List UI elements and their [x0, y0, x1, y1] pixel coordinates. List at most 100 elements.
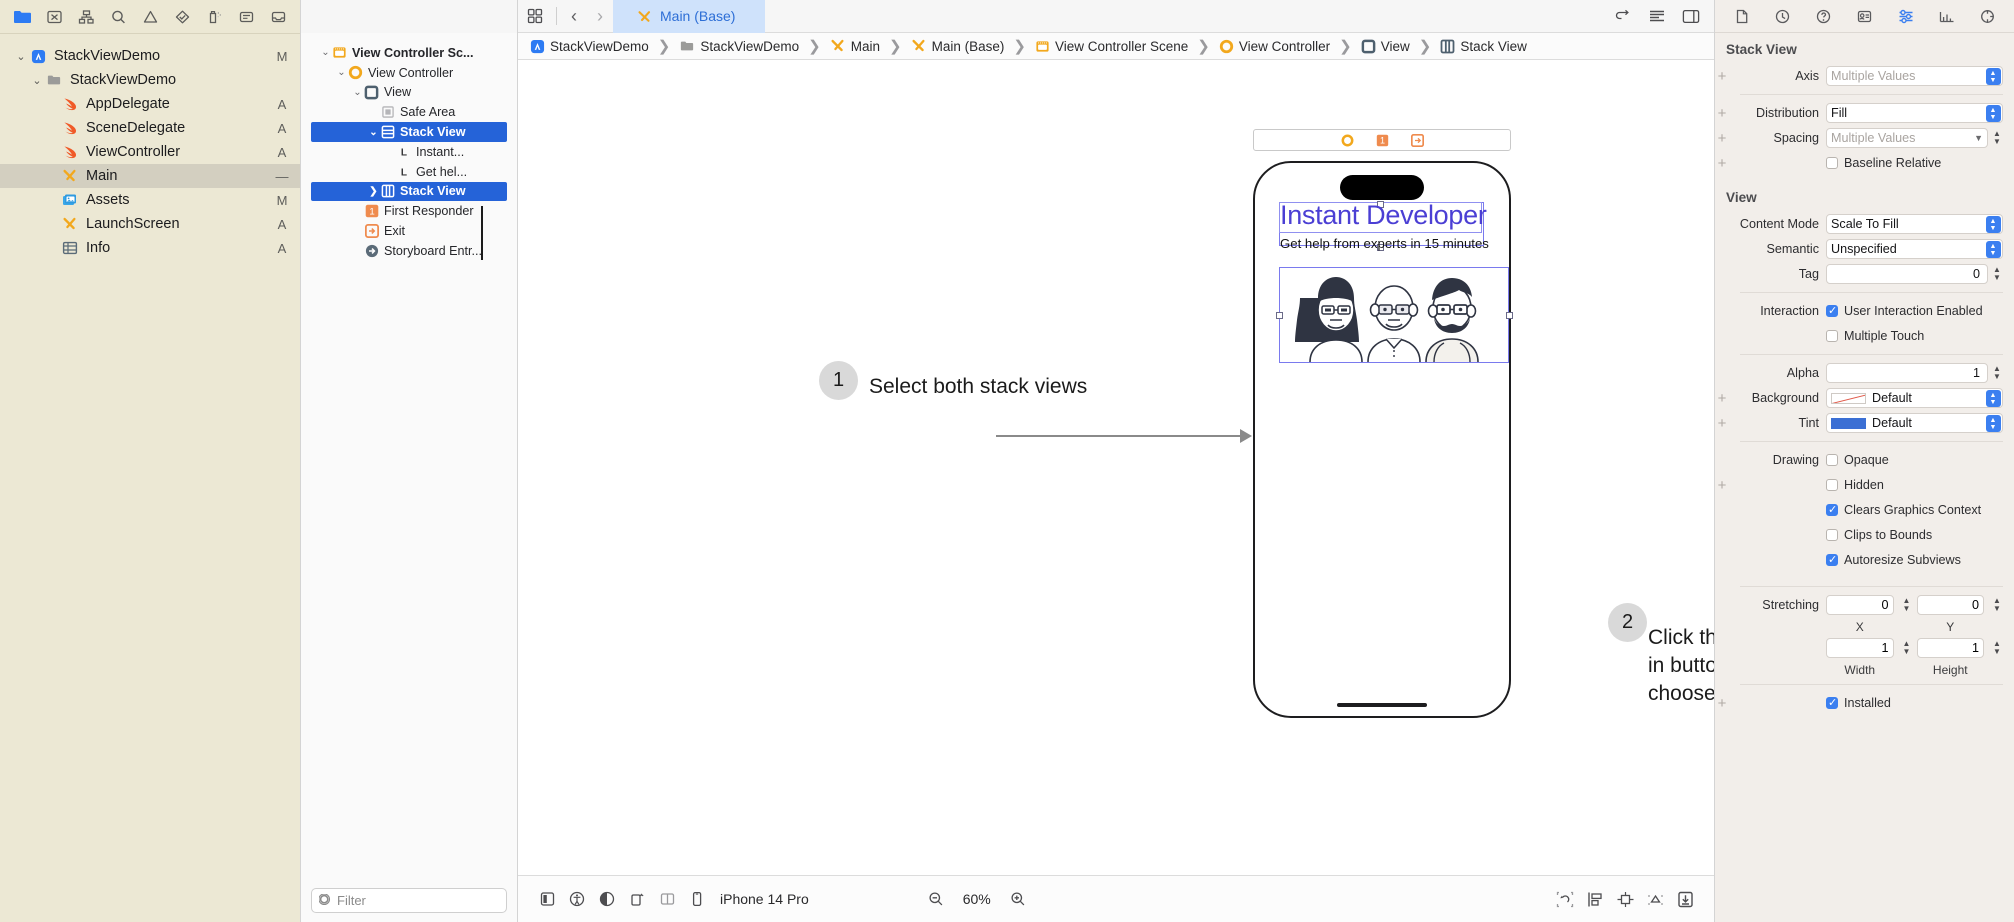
breadcrumb-item-stack-view[interactable]: Stack View	[1438, 39, 1529, 54]
stretch-y-stepper[interactable]: ▲▼	[1991, 596, 2003, 615]
size-inspector-icon[interactable]	[1932, 3, 1961, 29]
first-responder-icon[interactable]: 1	[1376, 134, 1389, 147]
disclosure-triangle[interactable]: ·	[383, 146, 396, 157]
document-outline-tree[interactable]: ⌄View Controller Sc...⌄View Controller⌄V…	[301, 33, 517, 878]
breadcrumb-item-main-base-[interactable]: Main (Base)	[909, 38, 1007, 54]
spacing-combo[interactable]: Multiple Values ▼	[1826, 128, 1988, 148]
disclosure-triangle[interactable]: ·	[351, 206, 364, 217]
identity-inspector-icon[interactable]	[1850, 3, 1879, 29]
folder-icon[interactable]	[6, 3, 38, 31]
add-variation-icon[interactable]: +	[1715, 390, 1729, 407]
chevron-updown-icon[interactable]: ▲▼	[1986, 415, 2001, 432]
add-variation-icon[interactable]: +	[1715, 68, 1729, 85]
split-icon[interactable]	[652, 884, 682, 914]
background-popup[interactable]: Default ▲▼	[1826, 388, 2003, 408]
tint-color-swatch[interactable]	[1831, 418, 1866, 429]
navigator-item-launchscreen[interactable]: LaunchScreenA	[0, 212, 300, 236]
add-variation-icon[interactable]: +	[1715, 695, 1729, 712]
help-inspector-icon[interactable]	[1809, 3, 1838, 29]
viewcontroller-icon[interactable]	[1341, 134, 1354, 147]
installed-checkbox[interactable]	[1826, 697, 1838, 709]
search-icon[interactable]	[102, 3, 134, 31]
add-variation-icon[interactable]: +	[1715, 477, 1729, 494]
semantic-popup[interactable]: Unspecified ▲▼	[1826, 239, 2003, 259]
history-inspector-icon[interactable]	[1768, 3, 1797, 29]
stretch-height-stepper[interactable]: ▲▼	[1991, 639, 2003, 658]
navigator-item-scenedelegate[interactable]: SceneDelegateA	[0, 116, 300, 140]
background-color-swatch[interactable]	[1831, 393, 1866, 404]
file-inspector-icon[interactable]	[1727, 3, 1756, 29]
inspector-toggle-icon[interactable]	[1674, 0, 1708, 33]
disclosure-triangle[interactable]: ❯	[367, 186, 380, 197]
update-frames-icon[interactable]	[1550, 884, 1580, 914]
baseline-relative-checkbox[interactable]	[1826, 157, 1838, 169]
add-variation-icon[interactable]: +	[1715, 105, 1729, 122]
clears-graphics-context-checkbox[interactable]	[1826, 504, 1838, 516]
stretch-x-stepper[interactable]: ▲▼	[1901, 596, 1913, 615]
resolve-issues-icon[interactable]	[1640, 884, 1670, 914]
accessibility-icon[interactable]	[562, 884, 592, 914]
outline-item-stack-view[interactable]: ⌄Stack View	[311, 122, 507, 142]
disclosure-triangle[interactable]: ⌄	[335, 67, 348, 78]
outline-item-view[interactable]: ⌄View	[301, 83, 517, 103]
breadcrumb-item-stackviewdemo[interactable]: StackViewDemo	[528, 39, 651, 54]
stretch-y-input[interactable]: 0	[1917, 595, 1985, 615]
outline-item-view-controller[interactable]: ⌄View Controller	[301, 63, 517, 83]
outline-item-instant-[interactable]: ·LInstant...	[301, 142, 517, 162]
outline-item-storyboard-entr-[interactable]: ·Storyboard Entr...	[301, 241, 517, 261]
outline-item-safe-area[interactable]: ·Safe Area	[301, 102, 517, 122]
tint-popup[interactable]: Default ▲▼	[1826, 413, 2003, 433]
outline-item-exit[interactable]: ·Exit	[301, 221, 517, 241]
stretch-width-stepper[interactable]: ▲▼	[1901, 639, 1913, 658]
autoresize-subviews-checkbox[interactable]	[1826, 554, 1838, 566]
embed-in-icon[interactable]	[1670, 884, 1700, 914]
connections-inspector-icon[interactable]	[1973, 3, 2002, 29]
disclosure-triangle[interactable]: ⌄	[367, 127, 380, 138]
stretch-x-input[interactable]: 0	[1826, 595, 1894, 615]
navigator-item-assets[interactable]: AssetsM	[0, 188, 300, 212]
stretch-height-input[interactable]: 1	[1917, 638, 1985, 658]
zoom-out-button[interactable]	[921, 884, 951, 914]
multiple-touch-checkbox[interactable]	[1826, 330, 1838, 342]
disclosure-triangle[interactable]: ⌄	[319, 47, 332, 58]
checkmark-diamond-icon[interactable]	[166, 3, 198, 31]
disclosure-triangle[interactable]: ·	[351, 226, 364, 237]
navigator-item-viewcontroller[interactable]: ViewControllerA	[0, 140, 300, 164]
content-mode-popup[interactable]: Scale To Fill ▲▼	[1826, 214, 2003, 234]
disclosure-triangle[interactable]: ⌄	[30, 74, 44, 87]
scene-dock[interactable]: 1	[1253, 129, 1511, 151]
user-interaction-checkbox[interactable]	[1826, 305, 1838, 317]
disclosure-triangle[interactable]: ⌄	[351, 87, 364, 98]
editor-tab-main[interactable]: Main (Base)	[613, 0, 765, 33]
breadcrumb-item-view[interactable]: View	[1359, 39, 1412, 54]
inbox-icon[interactable]	[262, 3, 294, 31]
distribution-popup[interactable]: Fill ▲▼	[1826, 103, 2003, 123]
alpha-stepper[interactable]: ▲▼	[1991, 364, 2003, 383]
breadcrumb-item-view-controller-scene[interactable]: View Controller Scene	[1033, 39, 1190, 54]
tests-icon[interactable]	[38, 3, 70, 31]
navigator-item-stackviewdemo[interactable]: ⌄StackViewDemoM	[0, 44, 300, 68]
breadcrumb-item-main[interactable]: Main	[828, 38, 882, 54]
align-icon[interactable]	[1580, 884, 1610, 914]
pin-icon[interactable]	[1610, 884, 1640, 914]
breadcrumb-item-view-controller[interactable]: View Controller	[1217, 39, 1332, 54]
tag-input[interactable]: 0	[1826, 264, 1988, 284]
outline-item-view-controller-sc-[interactable]: ⌄View Controller Sc...	[301, 43, 517, 63]
navigator-file-list[interactable]: ⌄StackViewDemoM⌄StackViewDemoAppDelegate…	[0, 38, 300, 922]
alpha-input[interactable]: 1	[1826, 363, 1988, 383]
outline-item-first-responder[interactable]: ·1First Responder	[301, 201, 517, 221]
tag-stepper[interactable]: ▲▼	[1991, 265, 2003, 284]
axis-popup[interactable]: Multiple Values ▲▼	[1826, 66, 2003, 86]
disclosure-triangle[interactable]: ⌄	[14, 50, 28, 63]
report-icon[interactable]	[230, 3, 262, 31]
chevron-updown-icon[interactable]: ▲▼	[1986, 390, 2001, 407]
breakpoint-icon[interactable]	[198, 3, 230, 31]
add-variation-icon[interactable]: +	[1715, 415, 1729, 432]
grid-layout-icon[interactable]	[518, 0, 552, 33]
hidden-checkbox[interactable]	[1826, 479, 1838, 491]
chevron-updown-icon[interactable]: ▲▼	[1986, 241, 2001, 258]
device-icon[interactable]	[682, 884, 712, 914]
breadcrumb-item-stackviewdemo[interactable]: StackViewDemo	[677, 39, 801, 54]
zoom-level-label[interactable]: 60%	[963, 891, 991, 907]
interface-builder-canvas[interactable]: 1 Instant Developer Get help from expert…	[518, 60, 1714, 875]
